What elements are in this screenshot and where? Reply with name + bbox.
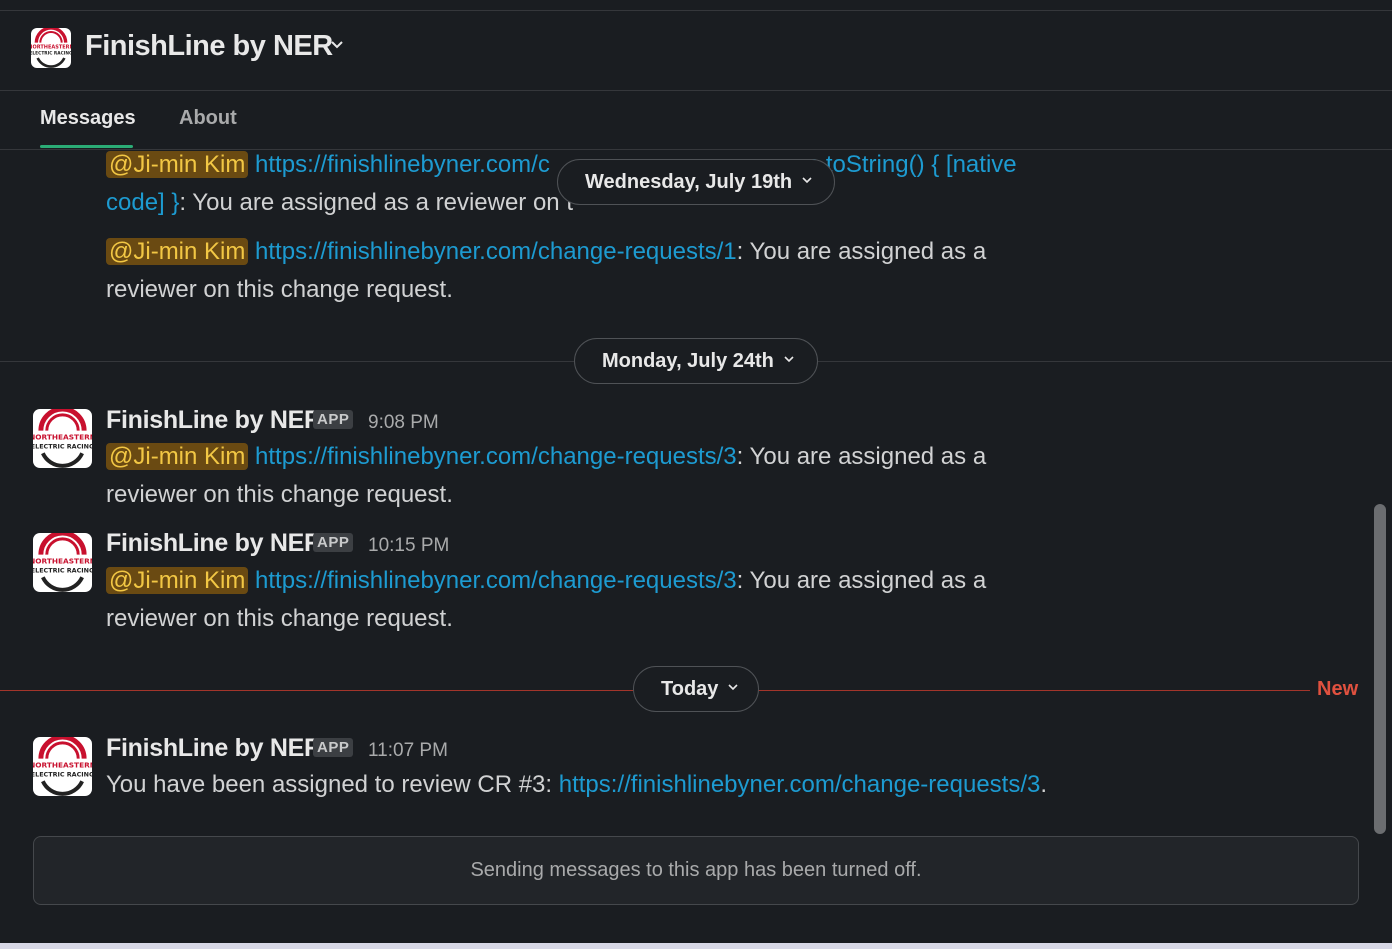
window-top-strip [0, 0, 1392, 11]
channel-title[interactable]: FinishLine by NER [85, 30, 333, 63]
message-body: @Ji-min Kim https://finishlinebyner.com/… [106, 562, 1046, 638]
message-text: : You are assigned as a reviewer on t [179, 189, 573, 216]
message-link[interactable]: https://finishlinebyner.com/change-reque… [559, 771, 1041, 798]
message-timestamp[interactable]: 9:08 PM [368, 412, 439, 434]
date-label: Wednesday, July 19th [585, 171, 793, 193]
date-label: Today [661, 678, 719, 700]
message-link[interactable]: https://finishlinebyner.com/c [255, 151, 550, 178]
tab-messages[interactable]: Messages [40, 107, 136, 130]
chevron-down-icon[interactable] [330, 37, 344, 51]
message-timestamp[interactable]: 10:15 PM [368, 535, 449, 557]
date-label: Monday, July 24th [602, 350, 774, 372]
composer-disabled-notice: Sending messages to this app has been tu… [33, 836, 1359, 905]
app-badge: APP [313, 410, 354, 429]
message-text: : You are assigned as a [736, 443, 987, 470]
message-body: @Ji-min Kim https://finishlinebyner.com/… [106, 438, 1046, 514]
new-messages-label: New [1317, 678, 1359, 700]
sender-name[interactable]: FinishLine by NER [106, 529, 322, 558]
app-avatar[interactable]: NORTHEASTERN ELECTRIC RACING [33, 533, 92, 592]
svg-text:ELECTRIC RACING: ELECTRIC RACING [33, 566, 92, 574]
user-mention[interactable]: @Ji-min Kim [106, 151, 249, 178]
svg-text:NORTHEASTERN: NORTHEASTERN [33, 556, 92, 565]
chevron-down-icon [728, 684, 738, 690]
user-mention[interactable]: @Ji-min Kim [106, 567, 249, 594]
message-feed[interactable]: @Ji-min Kim https://finishlinebyner.com/… [0, 150, 1392, 940]
message-link[interactable]: n toString() { [native [806, 151, 1017, 178]
date-divider-pill[interactable]: Today [633, 666, 759, 712]
message-body: @Ji-min Kim https://finishlinebyner.com/… [106, 233, 1046, 309]
channel-header: NORTHEASTERN ELECTRIC RACING FinishLine … [0, 11, 1392, 91]
date-divider-pill[interactable]: Monday, July 24th [574, 338, 818, 384]
user-mention[interactable]: @Ji-min Kim [106, 443, 249, 470]
active-tab-indicator [40, 145, 133, 148]
message-link[interactable]: https://finishlinebyner.com/change-reque… [255, 567, 737, 594]
message-body: You have been assigned to review CR #3: … [106, 766, 1206, 804]
message-text: . [1040, 771, 1048, 798]
message-link[interactable]: code] } [106, 189, 179, 216]
svg-text:ELECTRIC RACING: ELECTRIC RACING [33, 442, 92, 450]
date-divider-pill[interactable]: Wednesday, July 19th [557, 159, 835, 205]
tab-about[interactable]: About [179, 107, 237, 130]
app-logo-icon: NORTHEASTERN ELECTRIC RACING [31, 28, 71, 68]
message-text: You have been assigned to review CR #3: [106, 771, 559, 798]
svg-text:ELECTRIC RACING: ELECTRIC RACING [33, 770, 92, 778]
user-mention[interactable]: @Ji-min Kim [106, 238, 249, 265]
message-timestamp[interactable]: 11:07 PM [368, 740, 448, 762]
app-avatar[interactable]: NORTHEASTERN ELECTRIC RACING [33, 409, 92, 468]
svg-text:ELECTRIC RACING: ELECTRIC RACING [31, 51, 71, 57]
chevron-down-icon [784, 356, 794, 362]
channel-tabs: Messages About [0, 91, 1392, 150]
svg-text:NORTHEASTERN: NORTHEASTERN [33, 432, 92, 441]
sender-name[interactable]: FinishLine by NER [106, 406, 322, 435]
svg-text:NORTHEASTERN: NORTHEASTERN [33, 760, 92, 769]
message-link[interactable]: https://finishlinebyner.com/change-reque… [255, 238, 737, 265]
svg-text:NORTHEASTERN: NORTHEASTERN [31, 45, 71, 51]
app-avatar[interactable]: NORTHEASTERN ELECTRIC RACING [33, 737, 92, 796]
message-text: reviewer on this change request. [106, 605, 453, 632]
window-bottom-strip [0, 943, 1392, 949]
message-text: : You are assigned as a [736, 567, 987, 594]
app-badge: APP [313, 533, 354, 552]
message-link[interactable]: https://finishlinebyner.com/change-reque… [255, 443, 737, 470]
scrollbar-thumb[interactable] [1374, 504, 1386, 834]
sender-name[interactable]: FinishLine by NER [106, 734, 322, 763]
chevron-down-icon [802, 177, 812, 183]
message-text: reviewer on this change request. [106, 481, 453, 508]
app-badge: APP [313, 738, 354, 757]
